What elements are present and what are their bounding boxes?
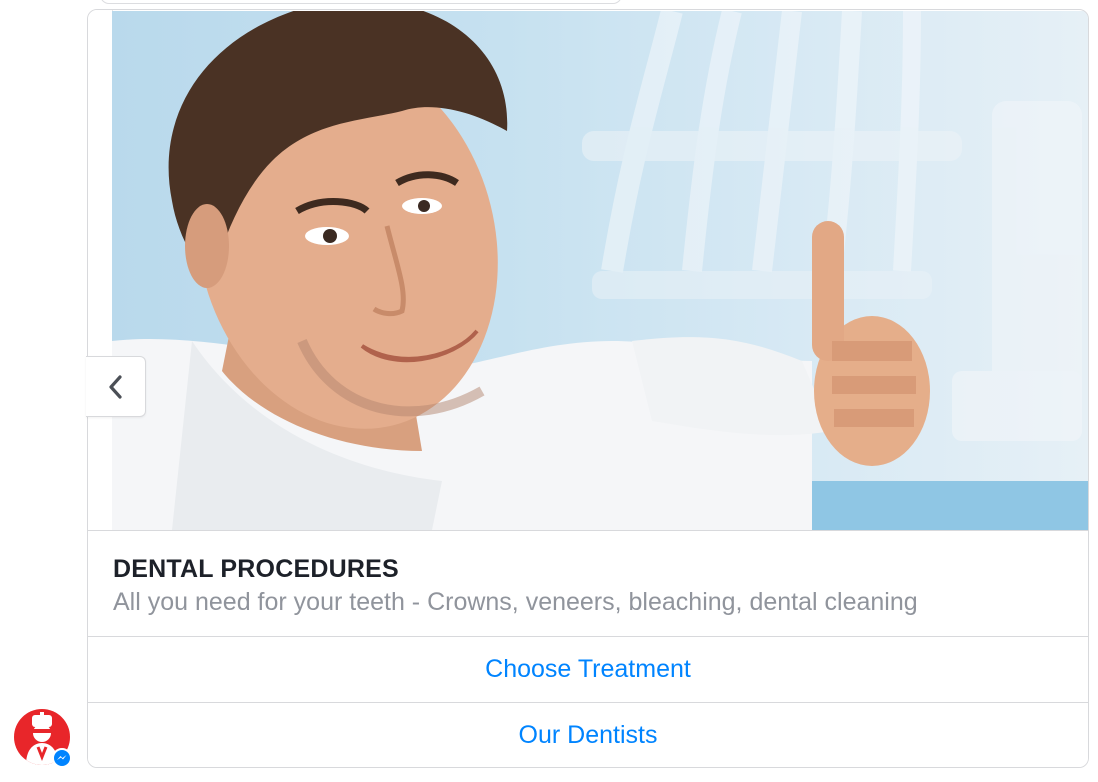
card-image[interactable]	[112, 11, 1088, 530]
previous-message-bubble	[100, 0, 622, 4]
card-title: DENTAL PROCEDURES	[113, 555, 399, 583]
hero-illustration	[112, 11, 1088, 530]
our-dentists-button[interactable]: Our Dentists	[88, 702, 1088, 767]
chevron-left-icon	[108, 374, 122, 399]
card-text: DENTAL PROCEDURES All you need for your …	[88, 530, 1088, 636]
choose-treatment-button[interactable]: Choose Treatment	[88, 636, 1088, 702]
generic-template-card: DENTAL PROCEDURES All you need for your …	[87, 9, 1089, 768]
messenger-badge-icon	[52, 748, 72, 768]
image-margin	[88, 10, 113, 530]
carousel-prev-button[interactable]	[86, 356, 146, 417]
card-subtitle: All you need for your teeth - Crowns, ve…	[113, 588, 918, 616]
messenger-chat: DENTAL PROCEDURES All you need for your …	[0, 0, 1098, 782]
